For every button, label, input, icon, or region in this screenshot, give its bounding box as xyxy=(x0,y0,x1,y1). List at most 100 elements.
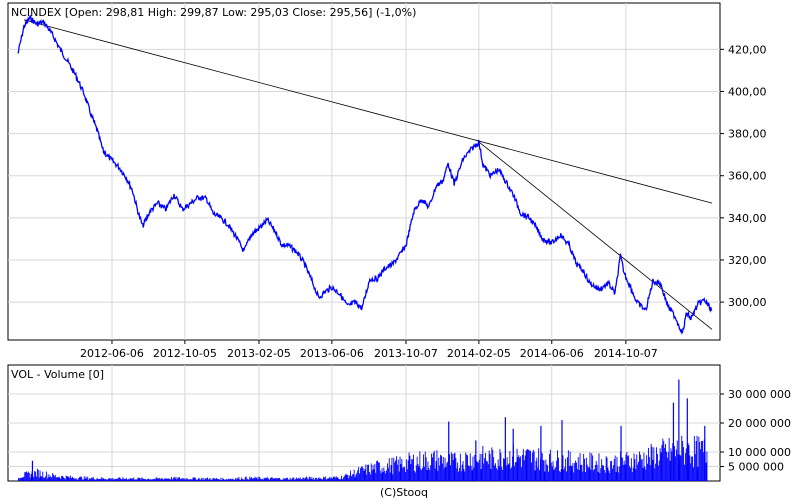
volume-bar xyxy=(229,478,231,481)
volume-bar xyxy=(557,450,558,481)
volume-bar xyxy=(163,478,165,481)
volume-bar xyxy=(198,478,200,481)
volume-bar xyxy=(71,477,72,481)
volume-bar xyxy=(502,469,504,481)
volume-bar xyxy=(90,478,91,481)
volume-bar xyxy=(691,456,693,481)
volume-bar xyxy=(118,477,120,481)
volume-bar xyxy=(43,477,45,481)
volume-bar xyxy=(521,467,522,481)
volume-bar xyxy=(280,479,282,481)
volume-bar xyxy=(301,479,303,481)
volume-spike-bar xyxy=(512,428,514,481)
volume-bar xyxy=(329,476,331,481)
volume-bar xyxy=(328,477,330,481)
volume-bar xyxy=(535,460,537,481)
volume-bar xyxy=(324,476,326,481)
volume-bar xyxy=(616,456,618,481)
volume-bar xyxy=(190,479,192,481)
volume-bar xyxy=(422,467,423,481)
volume-bar xyxy=(20,477,22,481)
volume-bar xyxy=(605,456,607,481)
volume-bar xyxy=(323,476,324,481)
volume-bar xyxy=(639,451,640,481)
volume-bar xyxy=(489,453,491,481)
volume-bar xyxy=(68,476,70,481)
volume-bar xyxy=(72,476,73,481)
volume-bar xyxy=(239,479,241,481)
volume-spike-bar xyxy=(504,417,506,481)
volume-bar xyxy=(428,467,430,481)
volume-bar xyxy=(481,453,483,481)
volume-bar xyxy=(290,479,292,481)
volume-bar xyxy=(126,478,127,481)
volume-bar xyxy=(81,479,83,481)
volume-bar xyxy=(671,451,673,481)
volume-bar xyxy=(499,448,501,481)
volume-bar xyxy=(339,479,341,481)
volume-bar xyxy=(333,476,334,481)
volume-bar xyxy=(548,471,549,481)
volume-spike-bar xyxy=(704,425,706,481)
volume-bar xyxy=(434,468,436,481)
volume-bar xyxy=(603,470,605,481)
volume-bar xyxy=(304,478,306,481)
volume-bar xyxy=(297,478,298,481)
volume-bar xyxy=(244,477,246,481)
volume-bar xyxy=(374,463,376,481)
volume-bar xyxy=(269,479,270,481)
volume-bar xyxy=(44,477,45,481)
volume-bar xyxy=(479,453,481,481)
volume-bar xyxy=(492,449,494,481)
volume-bar xyxy=(101,478,103,481)
volume-bar xyxy=(625,454,627,481)
volume-bar xyxy=(136,478,138,481)
volume-bar xyxy=(452,459,454,481)
volume-bar xyxy=(407,460,409,481)
volume-bar xyxy=(141,477,143,481)
volume-bar xyxy=(305,477,306,481)
volume-bar xyxy=(57,477,59,481)
volume-bar xyxy=(147,478,149,481)
volume-bar xyxy=(22,477,24,481)
volume-bar xyxy=(117,478,118,481)
volume-bar xyxy=(21,477,23,481)
volume-bar xyxy=(463,468,465,481)
volume-bar xyxy=(245,476,247,481)
volume-bar xyxy=(216,478,217,481)
volume-bar xyxy=(189,478,191,481)
volume-bar xyxy=(332,478,333,481)
volume-bar xyxy=(496,469,498,481)
price-y-tick-label: 300,00 xyxy=(728,296,767,309)
volume-bar xyxy=(139,477,141,481)
volume-bar xyxy=(527,449,529,481)
volume-bar xyxy=(52,473,54,481)
volume-bar xyxy=(180,478,182,481)
volume-bar xyxy=(222,478,224,481)
volume-bar xyxy=(241,477,243,481)
volume-bar xyxy=(177,477,179,481)
volume-bar xyxy=(460,471,462,481)
volume-bar xyxy=(82,479,84,481)
volume-bar xyxy=(689,455,691,481)
volume-bar xyxy=(236,477,238,481)
volume-bar xyxy=(455,457,457,481)
volume-bar xyxy=(306,478,308,481)
volume-bar xyxy=(310,478,312,481)
volume-bar xyxy=(608,470,610,481)
volume-bar xyxy=(342,477,344,481)
volume-bar xyxy=(265,478,267,481)
volume-bar xyxy=(146,479,148,481)
volume-bar xyxy=(214,478,216,481)
volume-bar xyxy=(331,477,333,481)
volume-bar xyxy=(500,452,502,481)
volume-bar xyxy=(297,477,299,481)
volume-bar xyxy=(352,474,354,481)
volume-bar xyxy=(243,479,245,481)
volume-bar xyxy=(393,457,395,481)
volume-bar xyxy=(312,479,314,481)
volume-bar xyxy=(137,477,139,481)
volume-bar xyxy=(660,452,662,481)
volume-bar xyxy=(123,478,125,481)
volume-bar xyxy=(37,469,39,481)
